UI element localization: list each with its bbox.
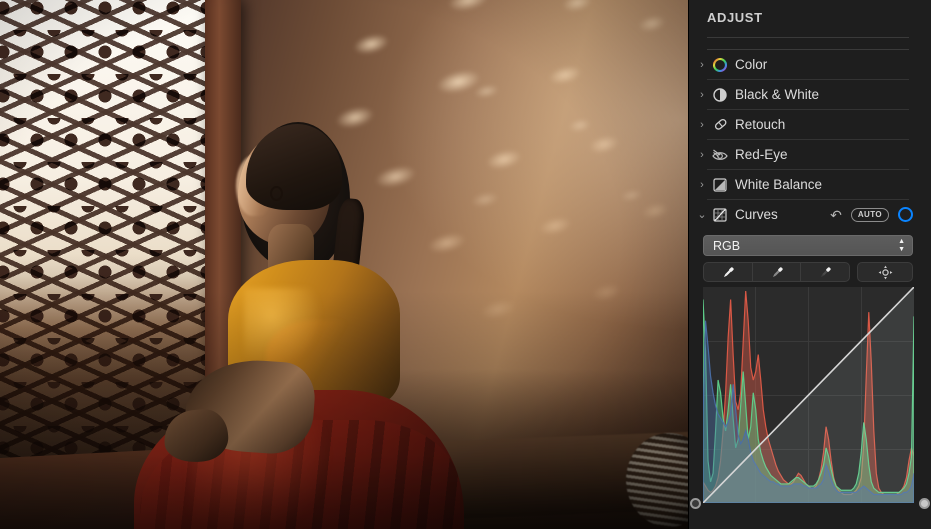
curves-graph[interactable] bbox=[703, 287, 914, 503]
eye-slash-icon bbox=[709, 146, 731, 164]
enabled-ring-icon[interactable] bbox=[898, 207, 913, 222]
chevron-right-icon[interactable]: › bbox=[695, 59, 709, 71]
stepper-up-icon: ▲ bbox=[898, 237, 905, 245]
sidebar-item-white-balance[interactable]: › White Balance bbox=[689, 170, 931, 199]
reset-icon[interactable]: ↶ bbox=[830, 208, 842, 222]
sidebar-item-label: Red-Eye bbox=[735, 147, 788, 162]
stepper-down-icon: ▼ bbox=[898, 245, 905, 253]
curves-tool-row bbox=[689, 256, 931, 282]
black-point-handle[interactable] bbox=[690, 498, 701, 509]
sidebar-item-label: Retouch bbox=[735, 117, 786, 132]
edited-photo bbox=[0, 0, 688, 529]
chevron-down-icon[interactable]: ⌄ bbox=[695, 208, 709, 221]
title-divider bbox=[707, 37, 909, 38]
sidebar-item-label: Black & White bbox=[735, 87, 820, 102]
sidebar-item-black-and-white[interactable]: › Black & White bbox=[689, 80, 931, 109]
color-wheel-icon bbox=[709, 56, 731, 74]
histogram-and-curve bbox=[703, 287, 914, 503]
sidebar-item-label: White Balance bbox=[735, 177, 823, 192]
earring bbox=[270, 186, 283, 201]
white-point-eyedropper-button[interactable] bbox=[801, 263, 849, 281]
curves-graph-wrap bbox=[689, 282, 931, 509]
photos-edit-window: ADJUST › Color › Black & White › Retouch… bbox=[0, 0, 931, 529]
sidebar-item-retouch[interactable]: › Retouch bbox=[689, 110, 931, 139]
adjust-panel: ADJUST › Color › Black & White › Retouch… bbox=[688, 0, 931, 529]
panel-title: ADJUST bbox=[707, 10, 763, 25]
chevron-right-icon[interactable]: › bbox=[695, 89, 709, 101]
curves-icon bbox=[709, 206, 731, 224]
chevron-right-icon[interactable]: › bbox=[695, 119, 709, 131]
sidebar-item-label: Curves bbox=[735, 207, 778, 222]
eyedropper-group bbox=[703, 262, 850, 282]
photo-viewer[interactable] bbox=[0, 0, 688, 529]
sidebar-item-curves[interactable]: ⌄ Curves ↶ AUTO bbox=[689, 200, 931, 229]
gray-point-eyedropper-button[interactable] bbox=[753, 263, 802, 281]
target-adjust-button[interactable] bbox=[857, 262, 913, 282]
chevron-right-icon[interactable]: › bbox=[695, 149, 709, 161]
stepper-icon[interactable]: ▲ ▼ bbox=[898, 237, 905, 253]
channel-select[interactable]: RGB ▲ ▼ bbox=[703, 235, 913, 256]
white-point-handle[interactable] bbox=[919, 498, 930, 509]
black-point-eyedropper-button[interactable] bbox=[704, 263, 753, 281]
auto-button[interactable]: AUTO bbox=[850, 207, 889, 222]
sidebar-item-label: Color bbox=[735, 57, 768, 72]
chevron-right-icon[interactable]: › bbox=[695, 179, 709, 191]
eraser-icon bbox=[709, 116, 731, 134]
sidebar-item-color[interactable]: › Color bbox=[689, 50, 931, 79]
hair-top bbox=[246, 124, 342, 210]
curves-actions: ↶ AUTO bbox=[830, 207, 913, 222]
channel-select-value: RGB bbox=[713, 238, 741, 253]
sidebar-item-red-eye[interactable]: › Red-Eye bbox=[689, 140, 931, 169]
contrast-circle-icon bbox=[709, 86, 731, 104]
white-balance-icon bbox=[709, 176, 731, 194]
channel-select-wrap: RGB ▲ ▼ bbox=[689, 229, 931, 256]
seated-woman-subject bbox=[134, 120, 464, 529]
